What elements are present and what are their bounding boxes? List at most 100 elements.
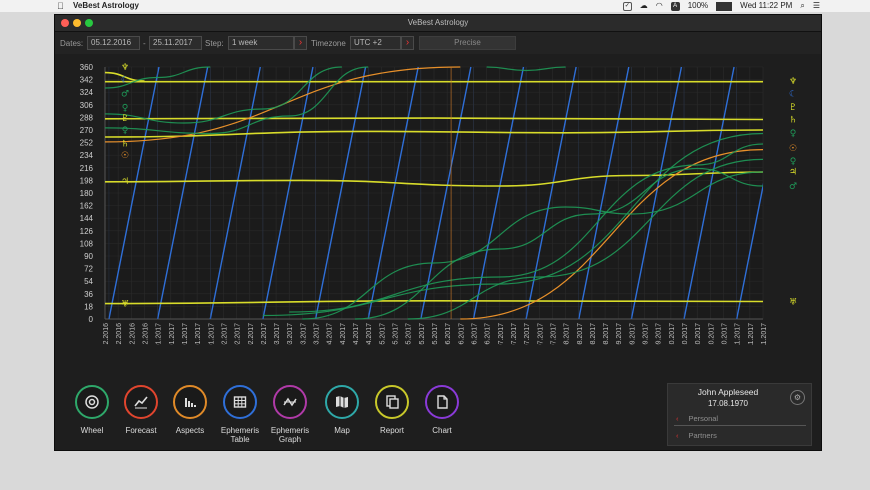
planet-symbol-left: ☉ (121, 151, 129, 161)
table-icon (223, 385, 257, 419)
map-icon (325, 385, 359, 419)
wifi-icon[interactable]: ◠ (656, 0, 663, 12)
x-tick-label: 15.05.2017 (406, 323, 413, 345)
x-tick-label: 25.09.2017 (656, 323, 663, 345)
graph-icon (273, 385, 307, 419)
script-icon[interactable]: ✓ (622, 1, 632, 11)
nav-chart-button[interactable]: Chart (417, 385, 467, 435)
y-tick-label: 360 (80, 63, 94, 72)
planet-symbol-left: ♇ (121, 114, 129, 124)
chevron-left-icon: ‹ (676, 414, 679, 423)
planet-symbol-left: ♂ (121, 90, 129, 100)
x-tick-label: 26.12.2016 (142, 323, 149, 345)
x-tick-label: 05.12.2016 (103, 323, 110, 345)
x-tick-label: 28.08.2017 (603, 323, 610, 345)
nav-report-label: Report (379, 426, 404, 435)
x-tick-label: 05.06.2017 (445, 323, 452, 345)
partners-row[interactable]: ‹ Partners (676, 430, 806, 442)
planet-symbol-left: ♅ (121, 300, 129, 310)
x-tick-label: 16.01.2017 (182, 323, 189, 345)
planet-symbol-right: ♆ (789, 77, 797, 87)
search-icon[interactable]: ⌕ (800, 0, 804, 12)
menu-list-icon[interactable]: ☰ (813, 0, 820, 12)
x-tick-label: 09.10.2017 (682, 323, 689, 345)
x-tick-label: 06.03.2017 (274, 323, 281, 345)
nav-ephemeris-table-button[interactable]: Ephemeris Table (215, 385, 265, 444)
planet-symbol-left: ♀ (122, 126, 129, 136)
x-tick-label: 07.08.2017 (564, 323, 571, 345)
y-tick-label: 36 (84, 290, 93, 299)
x-tick-label: 23.10.2017 (708, 323, 715, 345)
y-tick-label: 216 (80, 164, 94, 173)
profile-birth-date: 17.08.1970 (707, 399, 749, 408)
y-tick-label: 126 (80, 227, 94, 236)
nav-map-button[interactable]: Map (317, 385, 367, 435)
menubar-clock[interactable]: Wed 11:22 PM (740, 0, 792, 12)
x-tick-label: 30.01.2017 (208, 323, 215, 345)
nav-ephemeris-graph-button[interactable]: Ephemeris Graph (265, 385, 315, 444)
planet-symbol-right: ☉ (789, 144, 797, 154)
y-tick-label: 306 (80, 101, 94, 110)
planet-symbol-right: ♃ (789, 167, 797, 177)
ephemeris-graph-chart: 0 18 36 54 72 90 108 126 144 162 180 198 216 234 252 27… (80, 63, 797, 345)
x-tick-label: 31.07.2017 (550, 323, 557, 345)
nav-ephemeris-graph-label: Ephemeris Graph (270, 426, 310, 444)
x-tick-label: 19.06.2017 (471, 323, 478, 345)
nav-forecast-button[interactable]: Forecast (116, 385, 166, 435)
menubar-app-name[interactable]: VeBest Astrology (73, 0, 139, 12)
y-tick-label: 324 (80, 88, 94, 97)
x-tick-label: 19.12.2016 (129, 323, 136, 345)
nav-wheel-button[interactable]: Wheel (67, 385, 117, 435)
y-tick-label: 54 (84, 277, 93, 286)
x-tick-label: 12.06.2017 (458, 323, 465, 345)
x-tick-label: 29.05.2017 (432, 323, 439, 345)
personal-row[interactable]: ‹ Personal (676, 413, 806, 425)
nav-chart-label: Chart (432, 426, 452, 435)
x-tick-label: 04.09.2017 (616, 323, 623, 345)
x-tick-label: 06.02.2017 (221, 323, 228, 345)
y-tick-label: 0 (89, 315, 94, 324)
menubar-status-area: ✓ ☁ ◠ A 100% Wed 11:22 PM ⌕ ☰ (622, 0, 820, 12)
x-tick-label: 27.02.2017 (261, 323, 268, 345)
report-icon (375, 385, 409, 419)
y-tick-label: 90 (84, 252, 93, 261)
x-tick-label: 06.11.2017 (735, 323, 742, 345)
y-tick-label: 108 (80, 239, 94, 248)
y-tick-label: 198 (80, 176, 94, 185)
planet-symbol-right: ♅ (789, 298, 797, 308)
x-tick-label: 10.07.2017 (511, 323, 518, 345)
nav-ephemeris-table-label: Ephemeris Table (220, 426, 260, 444)
planet-symbol-left: ♀ (122, 104, 129, 114)
input-source-icon[interactable]: A (670, 1, 680, 11)
x-tick-label: 09.01.2017 (169, 323, 176, 345)
planet-symbol-right: ♂ (789, 182, 797, 192)
profile-panel: John Appleseed 17.08.1970 ⚙ ‹ Personal ‹ P… (667, 383, 812, 446)
x-tick-label: 27.03.2017 (314, 323, 321, 345)
app-window: VeBest Astrology Dates: 05.12.2016 - 25.… (54, 14, 822, 451)
y-tick-label: 288 (80, 113, 94, 122)
nav-aspects-button[interactable]: Aspects (165, 385, 215, 435)
x-tick-label: 24.07.2017 (537, 323, 544, 345)
cloud-icon[interactable]: ☁ (640, 0, 648, 12)
apple-icon[interactable]:  (57, 0, 64, 12)
x-tick-label: 20.03.2017 (300, 323, 307, 345)
planet-symbol-right: ☾ (789, 90, 797, 100)
battery-percent[interactable]: 100% (688, 0, 708, 12)
x-tick-label: 02.01.2017 (156, 323, 163, 345)
x-tick-label: 13.03.2017 (287, 323, 294, 345)
x-tick-label: 13.02.2017 (235, 323, 242, 345)
aspects-icon (173, 385, 207, 419)
nav-report-button[interactable]: Report (367, 385, 417, 435)
gear-icon[interactable]: ⚙ (790, 390, 805, 405)
battery-icon[interactable] (716, 1, 733, 11)
profile-name[interactable]: John Appleseed (668, 387, 788, 397)
forecast-icon (124, 385, 158, 419)
x-tick-label: 26.06.2017 (485, 323, 492, 345)
planet-symbol-right: ♀ (790, 157, 797, 167)
x-tick-label: 12.12.2016 (116, 323, 123, 345)
planet-symbol-left: ♄ (121, 139, 129, 149)
x-tick-label: 24.04.2017 (366, 323, 373, 345)
planet-symbol-right: ♄ (789, 116, 797, 126)
x-tick-label: 18.09.2017 (643, 323, 650, 345)
x-tick-label: 17.07.2017 (524, 323, 531, 345)
